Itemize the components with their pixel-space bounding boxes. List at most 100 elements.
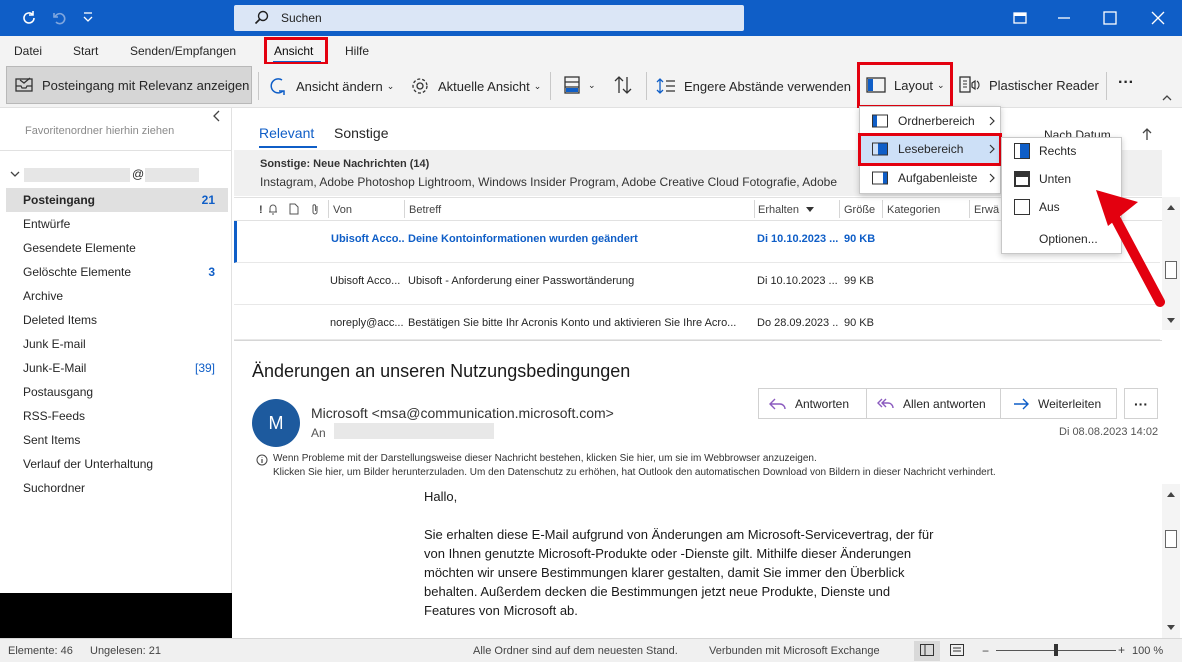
collapse-pane-icon[interactable] — [212, 110, 222, 122]
scroll-up-icon[interactable] — [1166, 490, 1176, 498]
status-elements: Elemente: 46 — [8, 645, 73, 657]
sonstige-title: Sonstige: Neue Nachrichten (14) — [260, 158, 430, 170]
menu-item-ordnerbereich[interactable]: Ordnerbereich — [872, 114, 996, 128]
column-groesse[interactable]: Größe — [844, 204, 875, 216]
menu-bar: Datei Start Senden/Empfangen Ansicht Hil… — [0, 36, 1182, 64]
menu-start[interactable]: Start — [73, 44, 98, 58]
info-line-1[interactable]: Wenn Probleme mit der Darstellungsweise … — [273, 453, 817, 464]
ribbon-divider — [550, 72, 551, 100]
close-icon[interactable] — [1146, 6, 1170, 30]
relevanz-label: Posteingang mit Relevanz anzeigen — [42, 77, 250, 93]
menu-senden-empfangen[interactable]: Senden/Empfangen — [130, 44, 236, 58]
change-view-icon — [268, 76, 288, 96]
reply-all-button[interactable]: Allen antworten — [866, 388, 1001, 419]
status-bar: Elemente: 46 Ungelesen: 21 Alle Ordner s… — [0, 638, 1182, 662]
menu-item-aufgabenleiste[interactable]: Aufgabenleiste — [872, 171, 996, 185]
forward-button[interactable]: Weiterleiten — [1000, 388, 1117, 419]
column-separator — [969, 200, 970, 218]
ansicht-aendern-button[interactable]: Ansicht ändern ⌄ — [268, 76, 394, 96]
more-actions-button[interactable]: ··· — [1124, 388, 1158, 419]
chevron-right-icon — [989, 116, 996, 126]
inbox-icon — [14, 76, 34, 94]
menu-item-rechts[interactable]: Rechts — [1014, 143, 1076, 159]
table-row[interactable]: Ubisoft Acco... Ubisoft - Anforderung ei… — [234, 263, 1160, 305]
sort-down-icon — [805, 206, 815, 213]
folder-item[interactable]: Gelöschte Elemente — [23, 265, 131, 279]
chevron-down-icon: ⌄ — [386, 80, 395, 91]
scroll-thumb[interactable] — [1165, 530, 1177, 548]
email-sender[interactable]: Microsoft <msa@communication.microsoft.c… — [311, 405, 614, 421]
immersive-reader-icon — [958, 75, 980, 95]
attachment-icon[interactable] — [310, 203, 320, 215]
menu-item-optionen[interactable]: Optionen... — [1039, 232, 1098, 246]
folder-item[interactable]: Sent Items — [23, 433, 80, 447]
columns-icon — [562, 74, 584, 96]
menu-item-unten[interactable]: Unten — [1014, 171, 1071, 187]
menu-hilfe[interactable]: Hilfe — [345, 44, 369, 58]
row-subject: Ubisoft - Anforderung einer Passwortände… — [408, 275, 635, 287]
customize-toolbar-icon[interactable] — [82, 11, 94, 23]
email-subject: Änderungen an unseren Nutzungsbedingunge… — [252, 361, 631, 381]
chevron-down-icon[interactable] — [10, 170, 20, 178]
folder-item[interactable]: Suchordner — [23, 481, 85, 495]
folder-count: [39] — [194, 361, 215, 375]
sort-direction-icon[interactable] — [1141, 127, 1153, 141]
zoom-out-icon[interactable]: − — [982, 644, 989, 658]
tab-sonstige[interactable]: Sonstige — [334, 125, 388, 141]
column-von[interactable]: Von — [333, 204, 352, 216]
columns-button[interactable]: ⌄ — [562, 74, 596, 96]
folder-item[interactable]: Gesendete Elemente — [23, 241, 136, 255]
reading-pane-scrollbar[interactable] — [1162, 484, 1180, 638]
folder-item[interactable]: RSS-Feeds — [23, 409, 85, 423]
plastischer-reader-button[interactable]: Plastischer Reader — [958, 75, 1099, 95]
reply-button[interactable]: Antworten — [758, 388, 867, 419]
collapse-ribbon-icon[interactable] — [1162, 94, 1172, 102]
folder-item[interactable]: Deleted Items — [23, 313, 97, 327]
column-erhalten[interactable]: Erhalten — [758, 204, 799, 216]
bell-icon[interactable] — [267, 203, 279, 215]
importance-column[interactable]: ! — [259, 204, 263, 216]
menu-item-label: Rechts — [1039, 144, 1077, 158]
scroll-down-icon[interactable] — [1166, 317, 1176, 325]
sync-icon[interactable] — [20, 9, 38, 27]
table-row[interactable]: noreply@acc... Bestätigen Sie bitte Ihr … — [234, 305, 1160, 340]
column-kategorien[interactable]: Kategorien — [887, 204, 940, 216]
sonstige-senders: Instagram, Adobe Photoshop Lightroom, Wi… — [260, 175, 837, 189]
column-betreff[interactable]: Betreff — [409, 204, 441, 216]
sort-arrows-icon — [612, 74, 634, 96]
column-erwaehnt[interactable]: Erwä — [974, 204, 999, 216]
normal-view-icon — [920, 644, 934, 656]
menu-item-label: Ordnerbereich — [898, 114, 975, 128]
folder-item[interactable]: Postausgang — [23, 385, 93, 399]
zoom-in-icon[interactable]: + — [1118, 643, 1125, 657]
folder-item[interactable]: Archive — [23, 289, 63, 303]
menu-item-aus[interactable]: Aus — [1014, 199, 1060, 215]
scroll-down-icon[interactable] — [1166, 624, 1176, 632]
undo-icon[interactable] — [50, 9, 68, 27]
window-mode-icon[interactable] — [1008, 6, 1032, 30]
document-icon[interactable] — [288, 203, 299, 215]
info-line-2[interactable]: Klicken Sie hier, um Bilder herunterzula… — [273, 467, 996, 478]
more-options-button[interactable]: ··· — [1118, 74, 1134, 92]
sort-button[interactable] — [612, 74, 634, 96]
reading-view-icon[interactable] — [950, 644, 964, 656]
tab-relevant-underline — [259, 146, 317, 148]
folder-item[interactable]: Verlauf der Unterhaltung — [23, 457, 153, 471]
search-box[interactable]: Suchen — [234, 5, 744, 31]
tab-relevant[interactable]: Relevant — [259, 125, 314, 141]
aktuelle-ansicht-button[interactable]: Aktuelle Ansicht ⌄ — [410, 76, 541, 96]
avatar[interactable]: M — [252, 399, 300, 447]
relevanz-button[interactable]: Posteingang mit Relevanz anzeigen — [6, 66, 252, 104]
menu-datei[interactable]: Datei — [14, 44, 42, 58]
engere-abstaende-button[interactable]: Engere Abstände verwenden — [656, 76, 851, 96]
folder-item[interactable]: Junk-E-Mail — [23, 361, 86, 375]
folder-item[interactable]: Entwürfe — [23, 217, 70, 231]
maximize-icon[interactable] — [1098, 6, 1122, 30]
email-body-line: möchten wir unsere Bestimmungen klarer g… — [424, 565, 905, 580]
zoom-slider-thumb[interactable] — [1054, 644, 1058, 656]
folder-item[interactable]: Posteingang — [23, 193, 95, 207]
ansicht-aendern-label: Ansicht ändern — [296, 78, 383, 94]
folder-item[interactable]: Junk E-mail — [23, 337, 86, 351]
minimize-icon[interactable] — [1052, 6, 1076, 30]
ribbon-divider — [646, 72, 647, 100]
